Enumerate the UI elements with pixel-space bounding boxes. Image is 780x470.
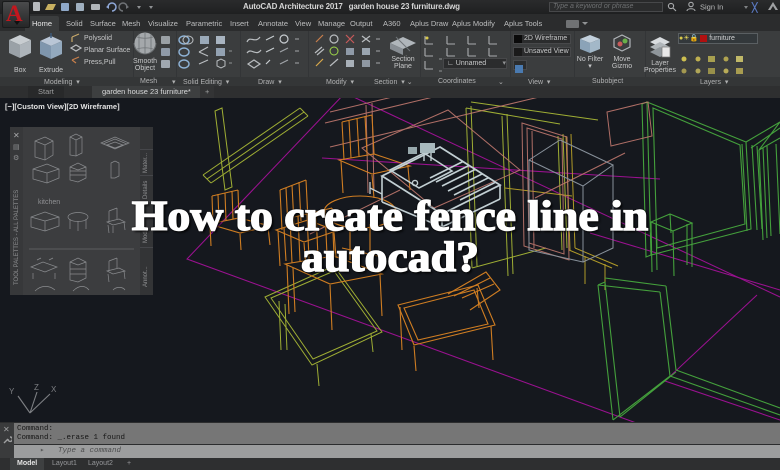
svg-text:Y: Y [9, 387, 15, 396]
svg-text:X: X [51, 385, 57, 394]
svg-text:Sign In: Sign In [700, 3, 723, 12]
svg-text:Z: Z [34, 383, 39, 392]
svg-text:╳: ╳ [751, 2, 759, 14]
